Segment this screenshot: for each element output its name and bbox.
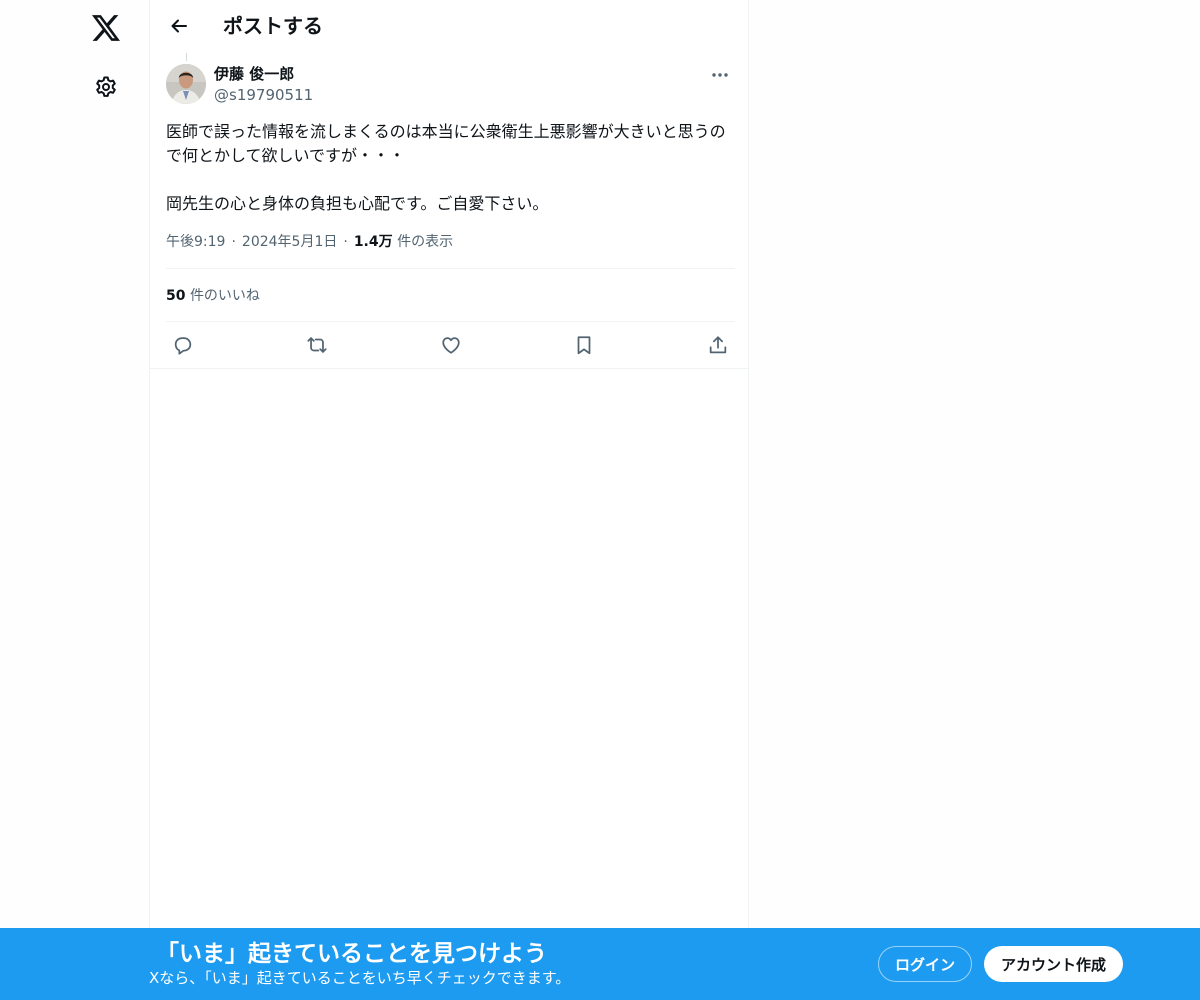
retweet-icon[interactable]	[300, 328, 334, 362]
arrow-left-icon[interactable]	[162, 9, 196, 43]
banner-subtitle: Xなら、「いま」起きていることをいち早くチェックできます。	[149, 969, 571, 987]
more-options-icon[interactable]	[705, 64, 735, 86]
signup-banner: 「いま」起きていることを見つけよう Xなら、「いま」起きていることをいち早くチェ…	[0, 928, 1200, 1000]
post-bottom-border	[150, 368, 749, 369]
post-actions	[166, 332, 735, 358]
author-handle[interactable]: @s19790511	[214, 84, 313, 106]
reply-icon[interactable]	[166, 328, 200, 362]
post-time[interactable]: 午後9:19	[166, 234, 225, 250]
divider	[166, 321, 735, 322]
bookmark-icon[interactable]	[567, 328, 601, 362]
signup-button[interactable]: アカウント作成	[984, 946, 1123, 982]
views-count: 1.4万	[353, 234, 393, 250]
likes-label: 件のいいね	[189, 288, 260, 304]
divider	[166, 268, 735, 269]
page-header: ポストする	[150, 0, 749, 53]
page-title: ポストする	[223, 14, 323, 38]
meta-separator: ·	[231, 234, 236, 250]
likes-link[interactable]: 50 件のいいね	[166, 286, 260, 306]
share-icon[interactable]	[701, 328, 735, 362]
author-info: 伊藤 俊一郎 @s19790511	[214, 64, 313, 106]
login-button[interactable]: ログイン	[878, 946, 972, 982]
banner-title: 「いま」起きていることを見つけよう	[156, 941, 547, 967]
left-nav	[76, 0, 136, 928]
meta-separator: ·	[343, 234, 348, 250]
avatar[interactable]	[166, 64, 206, 104]
post-meta: 午後9:19 · 2024年5月1日 · 1.4万 件の表示	[166, 232, 453, 252]
heart-icon[interactable]	[434, 328, 468, 362]
author-display-name[interactable]: 伊藤 俊一郎	[214, 64, 313, 84]
post-date[interactable]: 2024年5月1日	[242, 234, 337, 250]
likes-count: 50	[166, 288, 186, 304]
main-column: ポストする 伊藤 俊一郎 @s19790511 医師で誤った情報を流しまくるのは…	[149, 0, 749, 928]
post-text: 医師で誤った情報を流しまくるのは本当に公衆衛生上悪影響が大きいと思うので何とかし…	[166, 122, 726, 213]
views-label: 件の表示	[397, 234, 454, 250]
x-logo-icon[interactable]	[82, 4, 130, 52]
thread-connector	[186, 53, 187, 61]
app-root: ポストする 伊藤 俊一郎 @s19790511 医師で誤った情報を流しまくるのは…	[0, 0, 1200, 1000]
gear-icon[interactable]	[82, 63, 130, 111]
